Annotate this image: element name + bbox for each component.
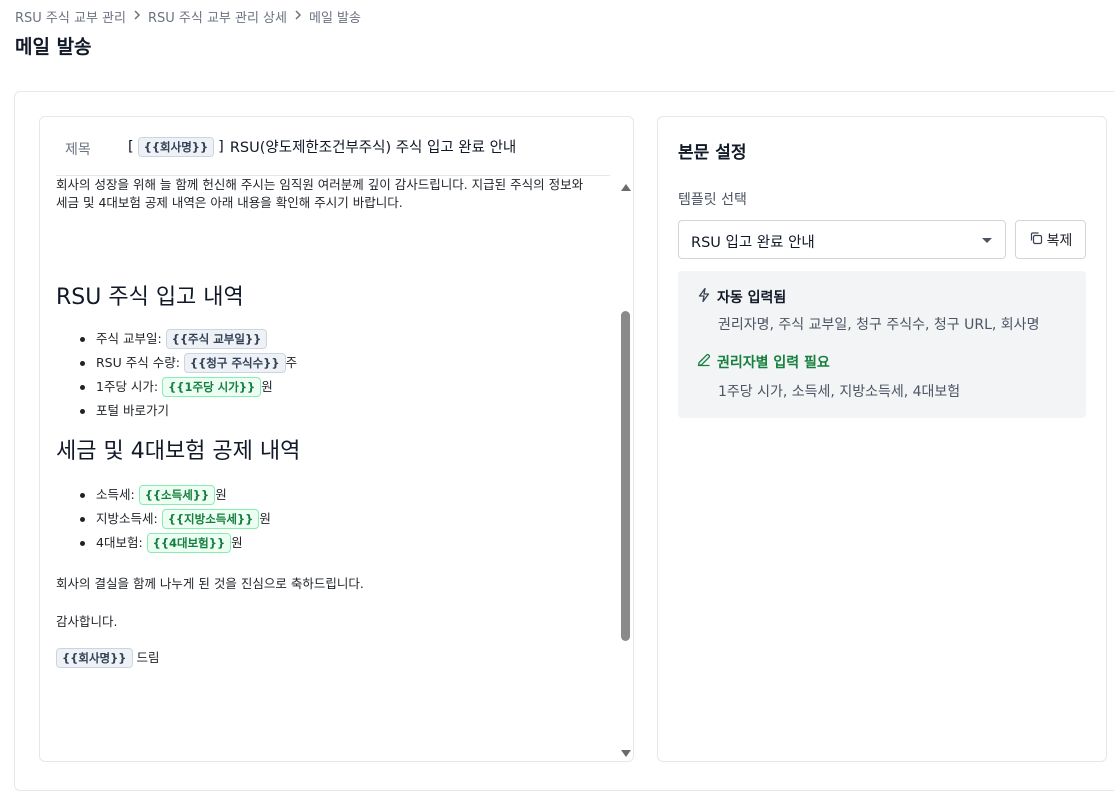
copy-button-label: 복제 xyxy=(1046,232,1073,249)
list-item-label: 주식 교부일: xyxy=(96,331,166,346)
list-item: 소득세: {{소득세}} 원 xyxy=(56,483,271,507)
breadcrumb-item-rsu-management[interactable]: RSU 주식 교부 관리 xyxy=(15,7,126,26)
list-item-label: 지방소득세: xyxy=(96,511,162,526)
list-item-suffix: 원 xyxy=(261,379,273,394)
subject-text: RSU(양도제한조건부주식) 주식 입고 완료 안내 xyxy=(229,140,517,156)
variable-chip[interactable]: {{회사명}} xyxy=(56,648,133,668)
signature-suffix: 드림 xyxy=(132,650,160,665)
variable-chip[interactable]: {{청구 주식수}} xyxy=(183,353,286,373)
variable-chip[interactable]: {{주식 교부일}} xyxy=(165,329,268,349)
variable-chip[interactable]: {{소득세}} xyxy=(138,485,216,505)
closing-paragraph: 회사의 결실을 함께 나누게 된 것을 진심으로 축하드립니다. xyxy=(56,576,364,591)
list-item: 지방소득세: {{지방소득세}} 원 xyxy=(56,507,271,531)
auto-filled-fields: 권리자명, 주식 교부일, 청구 주식수, 청구 URL, 회사명 xyxy=(718,317,1040,333)
list-item-label: RSU 주식 수량: xyxy=(96,355,184,370)
tax-detail-list: 소득세: {{소득세}} 원 지방소득세: {{지방소득세}} 원 4대보험: {{… xyxy=(56,483,271,555)
subject-prefix: [ xyxy=(128,138,134,155)
subject-bracket: ] xyxy=(218,138,224,155)
list-item-suffix: 원 xyxy=(215,487,227,502)
variable-chip[interactable]: {{4대보험}} xyxy=(146,533,232,553)
section-heading-tax: 세금 및 4대보험 공제 내역 xyxy=(56,439,301,464)
subject-label: 제목 xyxy=(65,142,91,158)
breadcrumb-item-rsu-detail[interactable]: RSU 주식 교부 관리 상세 xyxy=(148,7,287,26)
list-item: 4대보험: {{4대보험}} 원 xyxy=(56,531,271,555)
chevron-right-icon xyxy=(133,9,141,24)
pencil-icon xyxy=(696,352,712,372)
copy-icon xyxy=(1029,231,1043,249)
list-item: RSU 주식 수량: {{청구 주식수}} 주 xyxy=(56,351,297,375)
list-item: 포털 바로가기 xyxy=(56,399,297,423)
lightning-icon xyxy=(696,287,712,307)
list-item-label: 소득세: xyxy=(96,487,139,502)
section-heading-rsu: RSU 주식 입고 내역 xyxy=(56,285,244,310)
variable-chip[interactable]: {{지방소득세}} xyxy=(161,509,260,529)
subject-row: 제목 [ {{회사명}} ] RSU(양도제한조건부주식) 주식 입고 완료 안… xyxy=(40,117,610,175)
breadcrumb: RSU 주식 교부 관리 RSU 주식 교부 관리 상세 메일 발송 xyxy=(15,7,361,26)
manual-input-title: 권리자별 입력 필요 xyxy=(717,355,830,371)
list-item-suffix: 주 xyxy=(285,355,298,370)
email-body-scroll-area[interactable]: 회사의 성장을 위해 늘 함께 헌신해 주시는 임직원 여러분께 깊이 감사드립… xyxy=(40,157,620,761)
body-intro: 세금 및 4대보험 공제 내역은 아래 내용을 확인해 주시기 바랍니다. xyxy=(56,195,403,210)
body-partial-line: 회사의 성장을 위해 늘 함께 헌신해 주시는 임직원 여러분께 깊이 감사드립… xyxy=(56,177,584,192)
template-select-label: 템플릿 선택 xyxy=(678,192,747,208)
template-select[interactable]: RSU 입고 완료 안내 xyxy=(678,220,1006,259)
list-item-suffix: 원 xyxy=(259,511,271,526)
auto-filled-title: 자동 입력됨 xyxy=(717,290,787,306)
scrollbar-thumb[interactable] xyxy=(621,311,630,641)
breadcrumb-item-current: 메일 발송 xyxy=(308,11,361,26)
page-title: 메일 발송 xyxy=(15,36,92,58)
list-item-suffix: 원 xyxy=(231,535,243,550)
chevron-right-icon xyxy=(294,9,302,24)
copy-template-button[interactable]: 복제 xyxy=(1015,220,1086,259)
auto-filled-heading: 자동 입력됨 xyxy=(696,287,786,307)
signature-line: {{회사명}} 드림 xyxy=(56,647,159,668)
list-item-label: 1주당 시가: xyxy=(96,379,163,394)
caret-down-icon xyxy=(982,238,992,243)
subject-input[interactable]: [ {{회사명}} ] RSU(양도제한조건부주식) 주식 입고 완료 안내 xyxy=(128,136,516,157)
body-settings-panel: 본문 설정 템플릿 선택 RSU 입고 완료 안내 복제 자동 입력됨 권리자명… xyxy=(657,116,1107,762)
variable-chip[interactable]: {{회사명}} xyxy=(137,136,215,157)
portal-link[interactable]: 포털 바로가기 xyxy=(96,403,169,418)
variable-info-box: 자동 입력됨 권리자명, 주식 교부일, 청구 주식수, 청구 URL, 회사명… xyxy=(678,271,1086,418)
scroll-up-arrow-icon[interactable] xyxy=(621,184,631,191)
manual-input-fields: 1주당 시가, 소득세, 지방소득세, 4대보험 xyxy=(718,384,961,400)
email-editor: 회사의 성장을 위해 늘 함께 헌신해 주시는 임직원 여러분께 깊이 감사드립… xyxy=(39,116,634,762)
list-item: 1주당 시가: {{1주당 시가}} 원 xyxy=(56,375,297,399)
thanks-paragraph: 감사합니다. xyxy=(56,614,118,629)
manual-input-heading: 권리자별 입력 필요 xyxy=(696,352,830,372)
template-select-value: RSU 입고 완료 안내 xyxy=(691,235,815,251)
variable-chip[interactable]: {{1주당 시가}} xyxy=(162,377,262,397)
settings-title: 본문 설정 xyxy=(678,143,747,163)
list-item: 주식 교부일: {{주식 교부일}} xyxy=(56,327,297,351)
scroll-down-arrow-icon[interactable] xyxy=(621,750,631,757)
rsu-detail-list: 주식 교부일: {{주식 교부일}} RSU 주식 수량: {{청구 주식수}}… xyxy=(56,327,297,423)
list-item-label: 4대보험: xyxy=(96,535,147,550)
subject-divider xyxy=(56,175,610,176)
